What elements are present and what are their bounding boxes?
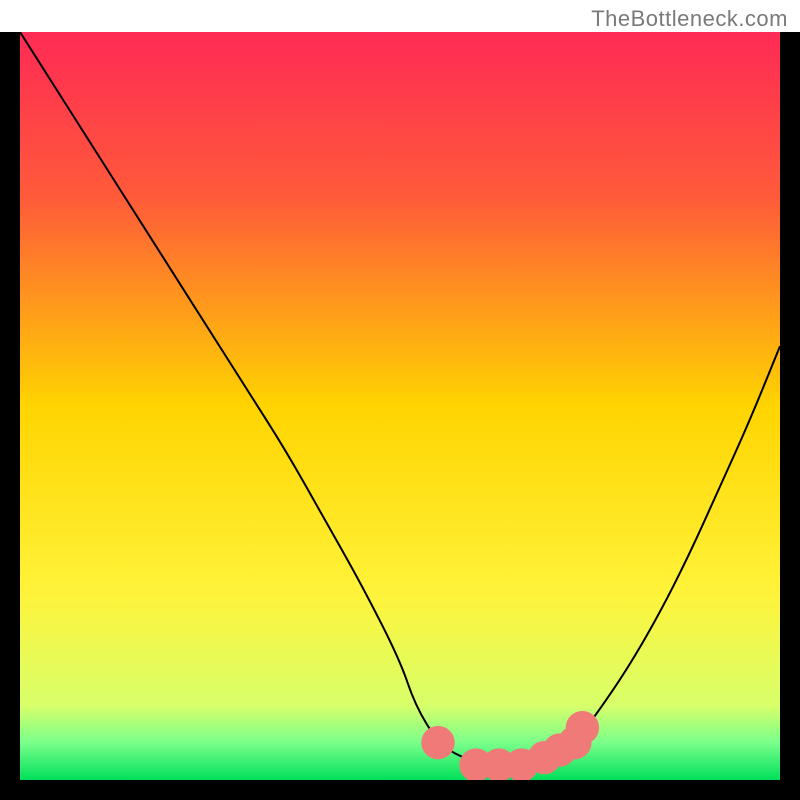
gradient-background <box>20 32 780 780</box>
optimum-marker <box>566 711 599 744</box>
chart-plot-area <box>20 32 780 780</box>
optimum-marker <box>421 726 454 759</box>
bottleneck-chart <box>20 32 780 780</box>
attribution-text: TheBottleneck.com <box>591 6 788 32</box>
chart-frame <box>0 32 800 800</box>
